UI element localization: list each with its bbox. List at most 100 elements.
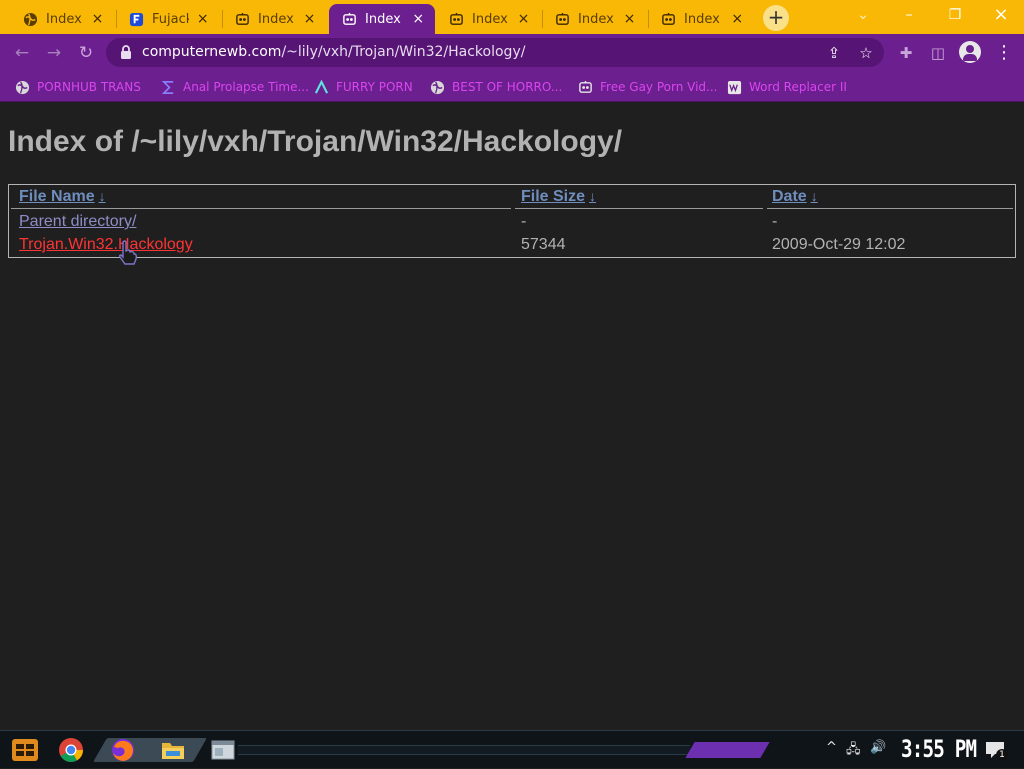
network-icon[interactable]: 🖧 — [846, 740, 861, 762]
profile-avatar[interactable] — [959, 41, 981, 63]
page-content: Index of /~lily/vxh/Trojan/Win32/Hackolo… — [0, 103, 1024, 730]
volume-icon[interactable]: 🔊 — [870, 740, 886, 755]
window-taskbar-button[interactable] — [208, 736, 238, 764]
reload-button[interactable]: ↻ — [74, 41, 98, 65]
browser-tab[interactable]: Fujack × — [116, 4, 220, 34]
tab-close-icon[interactable]: × — [517, 11, 530, 27]
browser-tab[interactable]: Index o × — [436, 4, 540, 34]
chrome-icon — [59, 738, 83, 763]
taskbar-decoration — [238, 745, 690, 755]
bookmark-label: Word Replacer II — [749, 80, 847, 94]
file-size: - — [521, 213, 527, 230]
tab-title: Index o — [365, 11, 405, 27]
tab-title: Index o — [578, 11, 617, 27]
address-url[interactable]: computernewb.com/~lily/vxh/Trojan/Win32/… — [142, 44, 525, 60]
globe-icon — [429, 79, 445, 95]
bookmarks-bar: PORNHUB TRANS Anal Prolapse Time... FURR… — [0, 71, 1024, 102]
browser-tab[interactable]: Index o × — [542, 4, 646, 34]
forward-button[interactable]: → — [42, 41, 66, 65]
tab-title: Index o — [684, 11, 724, 27]
file-date: 2009-Oct-29 12:02 — [772, 236, 906, 253]
minimize-button[interactable]: – — [886, 4, 932, 26]
taskbar-accent — [685, 742, 770, 758]
close-window-button[interactable]: × — [978, 4, 1024, 26]
tab-close-icon[interactable]: × — [91, 11, 104, 27]
chrome-taskbar-button[interactable] — [56, 736, 86, 764]
taskbar: ^ 🖧 🔊 3:55 PM 1 — [0, 730, 1024, 768]
globe-icon — [14, 79, 30, 95]
bookmark-star-icon[interactable]: ☆ — [856, 43, 876, 63]
column-header-label: File Name — [19, 188, 95, 205]
header-divider — [515, 208, 763, 209]
start-button[interactable] — [10, 736, 40, 764]
system-clock[interactable]: 3:55 PM — [901, 735, 977, 763]
bookmark-label: FURRY PORN — [336, 80, 413, 94]
robot-icon — [577, 79, 593, 95]
robot-icon — [341, 11, 357, 27]
bookmark-item[interactable]: BEST OF HORRO... — [429, 77, 562, 97]
firefox-taskbar-button[interactable] — [108, 736, 138, 764]
robot-icon — [234, 11, 250, 27]
tab-close-icon[interactable]: × — [730, 11, 744, 27]
bookmark-label: Anal Prolapse Time... — [183, 80, 309, 94]
tab-title: Index o — [46, 11, 85, 27]
tab-title: Fujack — [152, 11, 190, 27]
robot-icon — [554, 11, 570, 27]
file-name-link[interactable]: Parent directory/ — [19, 213, 136, 231]
tab-close-icon[interactable]: × — [411, 11, 425, 27]
bookmark-item[interactable]: FURRY PORN — [313, 77, 413, 97]
address-bar[interactable]: computernewb.com/~lily/vxh/Trojan/Win32/… — [106, 38, 884, 67]
url-host: computernewb.com — [142, 44, 282, 60]
tab-close-icon[interactable]: × — [195, 11, 210, 27]
browser-tab[interactable]: Index o × — [10, 4, 114, 34]
share-icon[interactable]: ⇪ — [824, 43, 844, 63]
start-icon — [12, 739, 38, 761]
globe-icon — [22, 11, 38, 27]
header-divider — [767, 208, 1013, 209]
bookmark-item[interactable]: Anal Prolapse Time... — [160, 77, 309, 97]
lock-icon[interactable] — [118, 44, 134, 60]
back-button[interactable]: ← — [10, 41, 34, 65]
browser-tab-active[interactable]: Index o × — [329, 4, 435, 34]
tab-title: Index o — [472, 11, 511, 27]
browser-toolbar: ← → ↻ computernewb.com/~lily/vxh/Trojan/… — [0, 34, 1024, 71]
browser-tab[interactable]: Index o × — [222, 4, 326, 34]
tray-chevron-icon[interactable]: ^ — [826, 740, 837, 755]
column-header-size[interactable]: File Size ↓ — [521, 188, 596, 206]
tab-close-icon[interactable]: × — [623, 11, 636, 27]
tab-strip: Index o × Fujack × Index o × Index o × I… — [0, 0, 1024, 34]
file-name-link[interactable]: Trojan.Win32.Hackology — [19, 236, 193, 254]
robot-icon — [448, 11, 464, 27]
browser-tab[interactable]: Index o × — [648, 4, 754, 34]
tab-title: Index o — [258, 11, 297, 27]
file-explorer-icon — [162, 743, 184, 759]
menu-icon[interactable]: ⋮ — [994, 43, 1014, 63]
hand-cursor-icon — [118, 240, 137, 265]
tab-search-icon[interactable]: ⌄ — [840, 4, 886, 26]
file-size: 57344 — [521, 236, 566, 253]
file-date: - — [772, 213, 778, 230]
file-listing-table: File Name ↓ File Size ↓ Date ↓ Parent direc… — [8, 184, 1016, 258]
bookmark-label: BEST OF HORRO... — [452, 80, 563, 94]
lambda-icon — [313, 79, 329, 95]
extensions-icon[interactable]: ✚ — [896, 43, 916, 63]
firefox-icon — [112, 739, 134, 761]
bookmark-item[interactable]: PORNHUB TRANS — [14, 77, 141, 97]
side-panel-icon[interactable]: ◫ — [928, 43, 948, 63]
column-header-date[interactable]: Date ↓ — [772, 188, 818, 206]
bookmark-item[interactable]: Word Replacer II — [726, 77, 847, 97]
bookmark-label: PORNHUB TRANS — [37, 80, 141, 94]
column-header-label: File Size — [521, 188, 586, 205]
sigma-icon — [160, 79, 176, 95]
tab-close-icon[interactable]: × — [303, 11, 316, 27]
column-header-name[interactable]: File Name ↓ — [19, 188, 106, 206]
restore-button[interactable]: ❐ — [932, 4, 978, 26]
window-icon — [211, 740, 235, 760]
file-explorer-taskbar-button[interactable] — [158, 736, 188, 764]
bookmark-label: Free Gay Porn Vid... — [600, 80, 718, 94]
column-header-label: Date — [772, 188, 807, 205]
notifications-button[interactable]: 1 — [984, 739, 1008, 761]
bookmark-item[interactable]: Free Gay Porn Vid... — [577, 77, 717, 97]
new-tab-button[interactable]: + — [763, 5, 789, 31]
wr-icon — [726, 79, 742, 95]
